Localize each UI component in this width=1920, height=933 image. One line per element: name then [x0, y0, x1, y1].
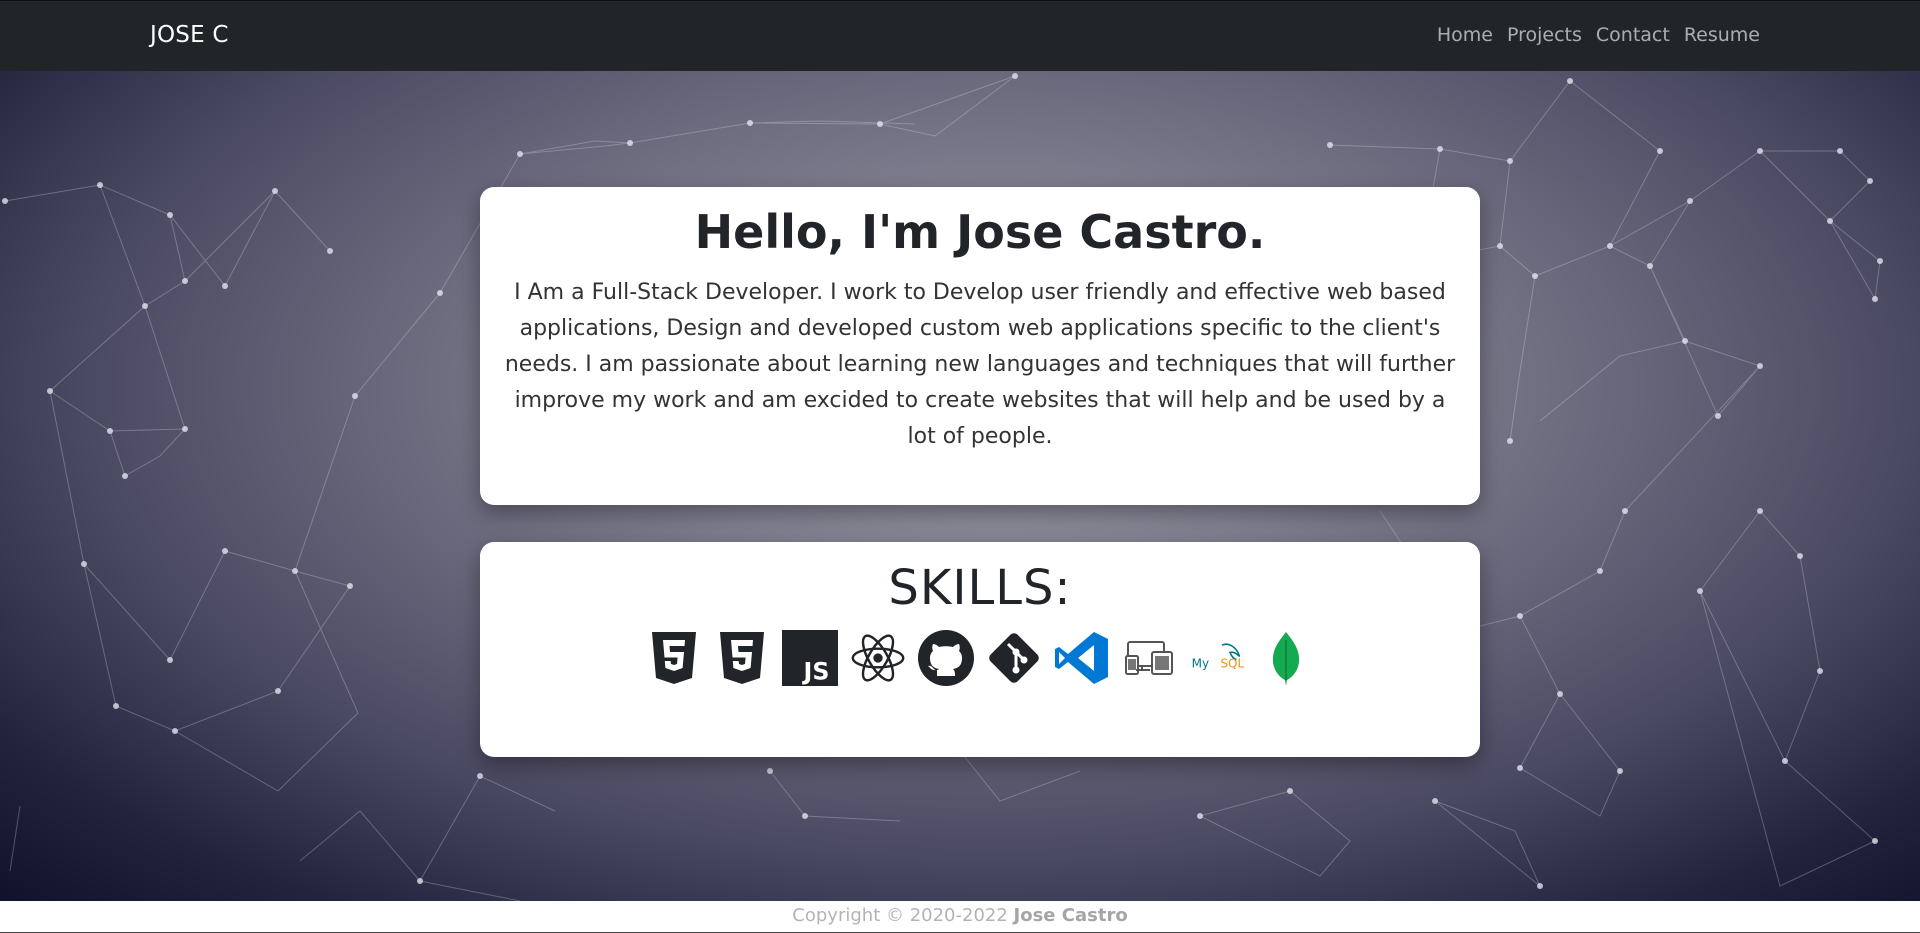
vscode-icon [1054, 630, 1110, 686]
copyright-text: Copyright © 2020-2022 [792, 905, 1014, 926]
hero-background: Hello, I'm Jose Castro. I Am a Full-Stac… [0, 71, 1920, 901]
javascript-icon: JS [782, 630, 838, 686]
svg-text:My: My [1192, 657, 1209, 671]
about-description: I Am a Full-Stack Developer. I work to D… [504, 280, 1456, 449]
about-card: Hello, I'm Jose Castro. I Am a Full-Stac… [480, 187, 1480, 505]
mongodb-icon [1258, 630, 1314, 686]
footer: Copyright © 2020-2022 Jose Castro [0, 901, 1920, 933]
mysql-icon: My SQL [1190, 630, 1246, 686]
git-icon [986, 630, 1042, 686]
responsive-devices-icon [1122, 630, 1178, 686]
nav-links: Home Projects Contact Resume [1437, 24, 1760, 46]
react-icon [850, 630, 906, 686]
github-icon [918, 630, 974, 686]
html5-icon [646, 630, 702, 686]
skills-heading: SKILLS: [888, 560, 1072, 616]
about-heading: Hello, I'm Jose Castro. [694, 205, 1266, 259]
svg-text:JS: JS [802, 658, 830, 686]
svg-text:SQL: SQL [1220, 657, 1244, 671]
nav-link-home[interactable]: Home [1437, 24, 1493, 46]
copyright-author: Jose Castro [1013, 905, 1128, 926]
brand-link[interactable]: JOSE C [150, 22, 229, 48]
nav-link-resume[interactable]: Resume [1684, 24, 1760, 46]
skills-card: SKILLS: JS My SQL [480, 542, 1480, 757]
nav-link-projects[interactable]: Projects [1507, 24, 1582, 46]
nav-link-contact[interactable]: Contact [1596, 24, 1670, 46]
css3-icon [714, 630, 770, 686]
navbar: JOSE C Home Projects Contact Resume [0, 0, 1920, 71]
skills-icon-row: JS My SQL [480, 630, 1480, 686]
